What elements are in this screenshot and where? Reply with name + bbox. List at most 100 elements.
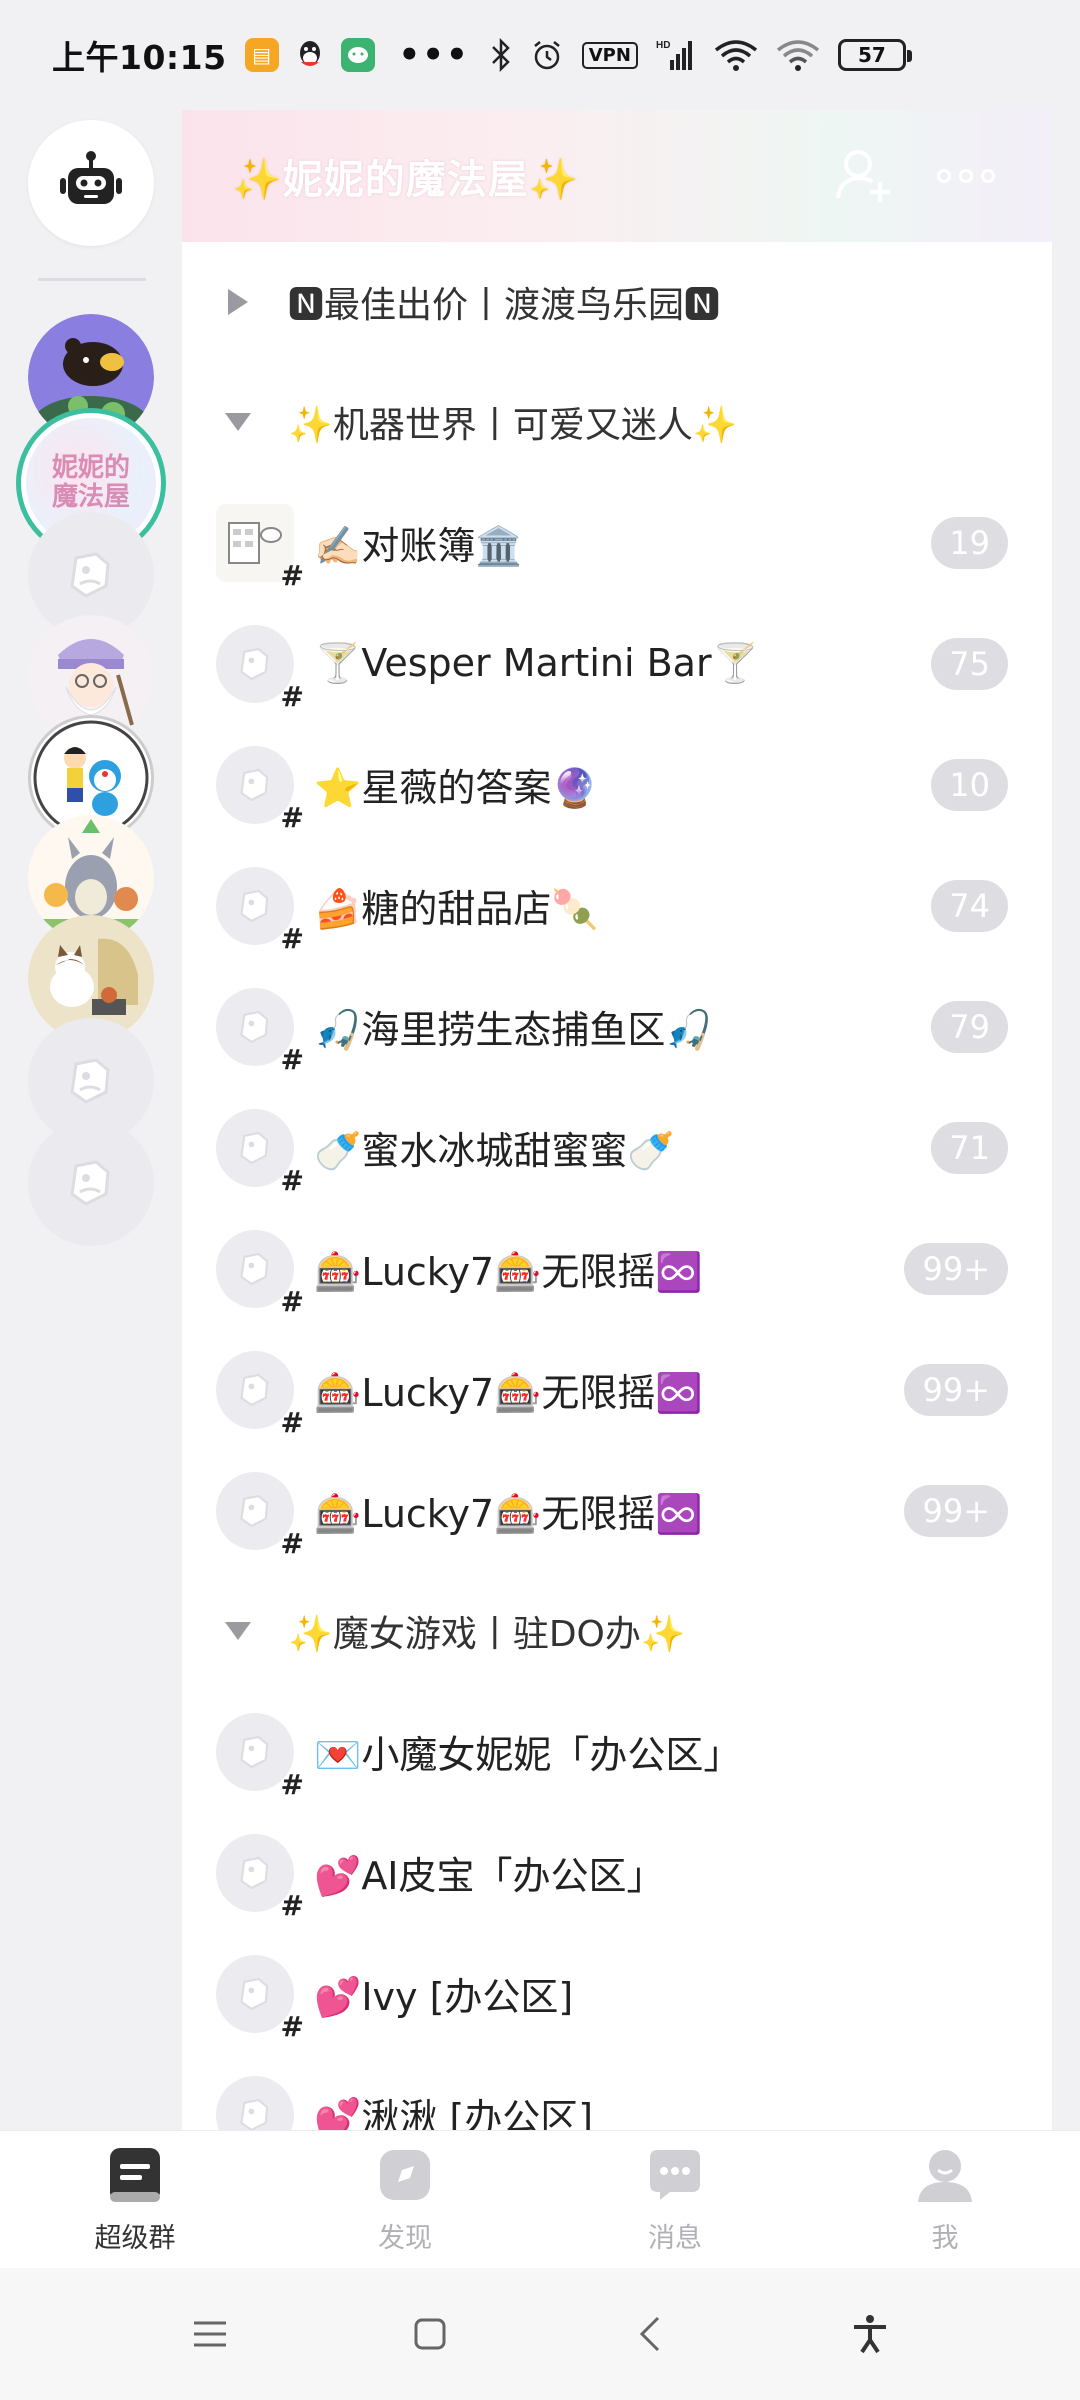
collapsed-arrow-icon: [218, 282, 258, 322]
channel-item[interactable]: # 🎰Lucky7🎰无限摇♾️ 99+: [182, 1208, 1052, 1329]
channel-panel: ✨妮妮的魔法屋✨ 🅽最佳出价丨渡渡鸟乐园🅽 ✨机器世界丨可爱又迷人✨ # ✍🏻对…: [182, 110, 1052, 2130]
hash-icon: #: [280, 921, 304, 955]
status-time: 上午10:15: [52, 38, 227, 77]
channel-name: 💕AI皮宝「办公区」: [314, 1854, 665, 1898]
wifi-icon: [776, 40, 820, 71]
placeholder-icon: [70, 1160, 110, 1206]
home-button[interactable]: [320, 2284, 540, 2384]
discover-icon: [374, 2144, 436, 2206]
vpn-icon: VPN: [581, 41, 638, 69]
alarm-icon: [533, 41, 560, 70]
tab-profile[interactable]: 我: [810, 2131, 1080, 2268]
more-button[interactable]: [930, 140, 1002, 212]
tab-supergroup[interactable]: 超级群: [0, 2131, 270, 2268]
wifi-icon: [714, 40, 758, 71]
channel-item[interactable]: # 🎰Lucky7🎰无限摇♾️ 99+: [182, 1450, 1052, 1571]
qq-icon: [293, 38, 327, 72]
tab-label: 消息: [648, 2223, 702, 2254]
channel-item[interactable]: # ✍🏻对账簿🏛️ 19: [182, 482, 1052, 603]
more-icon: [937, 169, 995, 183]
channel-item[interactable]: # 💌小魔女妮妮「办公区」: [182, 1691, 1052, 1812]
tab-label: 我: [931, 2223, 959, 2254]
placeholder-icon: #: [216, 987, 304, 1076]
channel-name: 🎰Lucky7🎰无限摇♾️: [314, 1492, 703, 1536]
bluetooth-icon: [491, 38, 510, 72]
status-bar: 上午10:15 ▤ ••• VPN HD 57: [0, 0, 1080, 110]
battery-icon: 57: [837, 39, 912, 71]
hash-icon: #: [280, 1767, 304, 1801]
channel-group-label: ✨魔女游戏丨驻DO办✨: [288, 1614, 686, 1655]
channel-item[interactable]: # 🎰Lucky7🎰无限摇♾️ 99+: [182, 1329, 1052, 1450]
channel-name: 💕Ivy [办公区]: [314, 1975, 574, 2019]
placeholder-icon: #: [216, 1108, 304, 1197]
placeholder-icon: #: [216, 1229, 304, 1318]
channel-item[interactable]: # 💕湫湫 [办公区]: [182, 2054, 1052, 2130]
server-placeholder[interactable]: [28, 1120, 154, 1246]
channel-item[interactable]: # ⭐星薇的答案🔮 10: [182, 724, 1052, 845]
accessibility-icon: [854, 2315, 886, 2354]
expanded-arrow-icon: [218, 1611, 258, 1651]
channel-name: 💕湫湫 [办公区]: [314, 2096, 594, 2130]
placeholder-icon: [70, 1058, 110, 1104]
tab-discover[interactable]: 发现: [270, 2131, 540, 2268]
unread-badge: 71: [931, 1121, 1008, 1174]
channel-item[interactable]: # 💕Ivy [办公区]: [182, 1933, 1052, 2054]
channel-item[interactable]: # 🍰糖的甜品店🍡 74: [182, 845, 1052, 966]
server-rail: 妮妮的 魔法屋: [0, 110, 182, 2130]
tab-messages[interactable]: 消息: [540, 2131, 810, 2268]
channel-item[interactable]: # 💕AI皮宝「办公区」: [182, 1812, 1052, 1933]
accessibility-button[interactable]: [760, 2284, 980, 2384]
bot-button[interactable]: [28, 120, 154, 246]
hash-icon: #: [280, 558, 304, 592]
channel-group-header[interactable]: 🅽最佳出价丨渡渡鸟乐园🅽: [182, 242, 1052, 362]
hash-icon: #: [280, 1526, 304, 1560]
placeholder-icon: #: [216, 1350, 304, 1439]
placeholder-icon: #: [216, 1833, 304, 1922]
signal-icon: HD: [656, 40, 692, 70]
placeholder-icon: #: [216, 1712, 304, 1801]
channel-group-header[interactable]: ✨魔女游戏丨驻DO办✨: [182, 1571, 1052, 1691]
server-header: ✨妮妮的魔法屋✨: [182, 110, 1052, 242]
tab-label: 超级群: [94, 2223, 176, 2254]
robot-icon: [60, 151, 122, 204]
add-member-button[interactable]: [828, 140, 900, 212]
channel-name: ✍🏻对账簿🏛️: [314, 524, 523, 568]
back-button[interactable]: [540, 2284, 760, 2384]
placeholder-icon: #: [216, 866, 304, 955]
channel-name: 🍼蜜水冰城甜蜜蜜🍼: [314, 1129, 675, 1173]
wechat-icon: [340, 38, 375, 72]
channel-item[interactable]: # 🍼蜜水冰城甜蜜蜜🍼 71: [182, 1087, 1052, 1208]
rail-divider: [38, 278, 146, 281]
message-icon: [644, 2144, 706, 2206]
channel-group-label: ✨机器世界丨可爱又迷人✨: [288, 405, 738, 446]
channel-name: 🎣海里捞生态捕鱼区🎣: [314, 1008, 713, 1052]
placeholder-icon: #: [216, 1471, 304, 1560]
channel-item[interactable]: # 🎣海里捞生态捕鱼区🎣 79: [182, 966, 1052, 1087]
unread-badge: 79: [931, 1000, 1008, 1053]
channel-name: 🍰糖的甜品店🍡: [314, 887, 599, 931]
channel-name: 💌小魔女妮妮「办公区」: [314, 1733, 742, 1777]
channel-name: 🎰Lucky7🎰无限摇♾️: [314, 1250, 703, 1294]
add-user-icon: [836, 150, 890, 202]
expanded-arrow-icon: [218, 402, 258, 442]
unread-badge: 75: [931, 637, 1008, 690]
profile-icon: [914, 2144, 976, 2206]
unread-badge: 99+: [904, 1242, 1008, 1295]
channel-name: 🎰Lucky7🎰无限摇♾️: [314, 1371, 703, 1415]
notes-app-icon: ▤: [244, 38, 279, 72]
channel-item[interactable]: # 🍸Vesper Martini Bar🍸 75: [182, 603, 1052, 724]
menu-button[interactable]: [100, 2284, 320, 2384]
placeholder-icon: #: [216, 1954, 304, 2043]
ledger-image-icon: #: [216, 503, 304, 592]
placeholder-icon: #: [216, 624, 304, 713]
svg-text:HD: HD: [656, 40, 670, 51]
system-nav-bar: [0, 2268, 1080, 2400]
unread-badge: 99+: [904, 1484, 1008, 1537]
hash-icon: #: [280, 1163, 304, 1197]
channel-name: 🍸Vesper Martini Bar🍸: [314, 641, 759, 685]
more-notifications-icon: •••: [398, 35, 470, 75]
channel-group-label: 🅽最佳出价丨渡渡鸟乐园🅽: [288, 285, 721, 326]
supergroup-icon: [104, 2144, 166, 2206]
server-title[interactable]: ✨妮妮的魔法屋✨: [232, 147, 798, 205]
channel-group-header[interactable]: ✨机器世界丨可爱又迷人✨: [182, 362, 1052, 482]
